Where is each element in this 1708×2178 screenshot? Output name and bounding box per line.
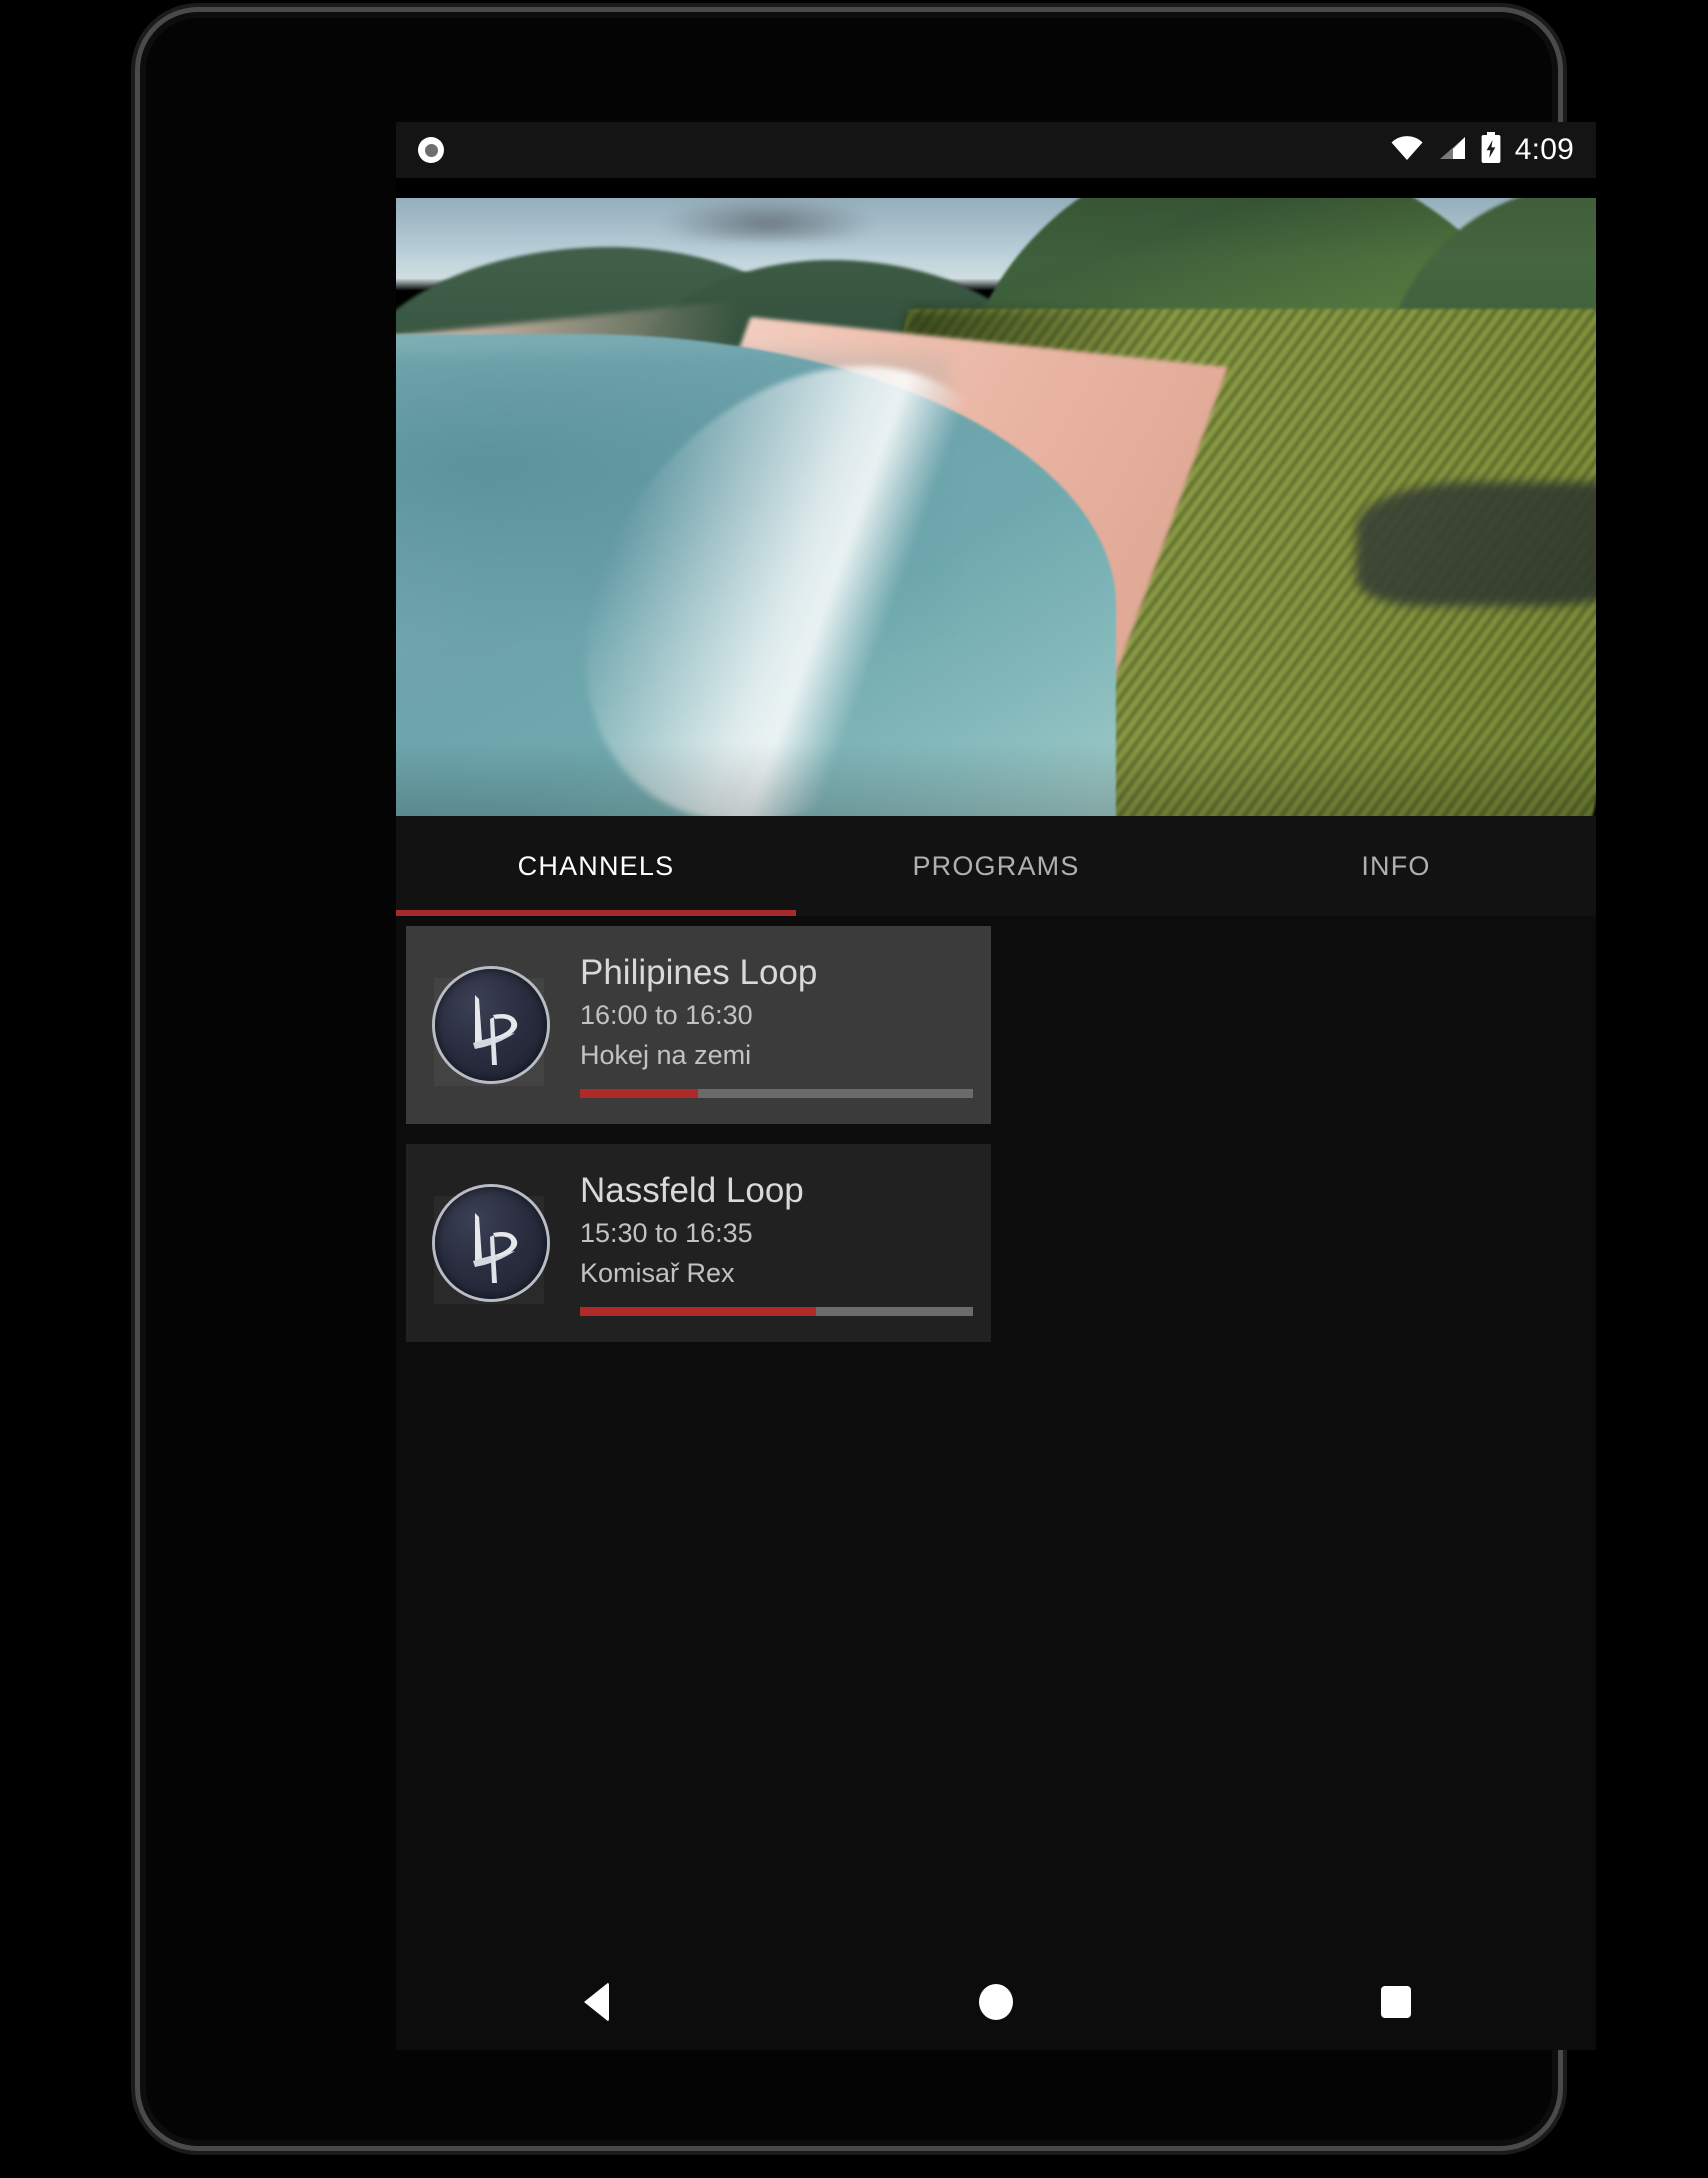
channel-card-philipines-loop[interactable]: Philipines Loop 16:00 to 16:30 Hokej na … (406, 926, 991, 1124)
channel-program-name: Hokej na zemi (580, 1039, 752, 1070)
recents-square-icon (1381, 1986, 1411, 2018)
nav-recents-button[interactable] (1196, 1954, 1596, 2050)
status-bar: 4:09 (396, 122, 1596, 178)
wifi-icon (1390, 135, 1424, 166)
device-screen: 4:09 CHANNELS PROGRAMS INFO Philipines L… (396, 122, 1596, 2050)
android-navigation-bar (396, 1954, 1596, 2050)
device-frame: 4:09 CHANNELS PROGRAMS INFO Philipines L… (140, 12, 1596, 2146)
video-player-surface[interactable] (396, 198, 1596, 816)
tab-info-label: INFO (1361, 850, 1431, 881)
channel-logo-wrap (416, 950, 566, 1100)
channel-program-name: Komisař Rex (580, 1257, 735, 1288)
channel-texts: Philipines Loop 16:00 to 16:30 Hokej na … (566, 952, 973, 1098)
channel-progress-fill (580, 1088, 698, 1098)
tab-channels-label: CHANNELS (517, 850, 675, 881)
beach-aerial-video (396, 198, 1596, 816)
video-vignette (396, 198, 1596, 816)
channel-logo-wrap (416, 1168, 566, 1318)
channel-progress-bar (580, 1306, 973, 1316)
channel-progress-bar (580, 1088, 973, 1098)
tab-programs-label: PROGRAMS (912, 850, 1080, 881)
tab-channels[interactable]: CHANNELS (396, 816, 796, 916)
channel-time-range: 16:00 to 16:30 (580, 1000, 753, 1031)
home-circle-icon (979, 1984, 1013, 2020)
channel-card-nassfeld-loop[interactable]: Nassfeld Loop 15:30 to 16:35 Komisař Rex (406, 1144, 991, 1342)
status-bar-right: 4:09 (1390, 131, 1574, 169)
cellular-signal-icon (1437, 135, 1467, 166)
cast-circle-icon (418, 137, 444, 163)
nav-home-button[interactable] (796, 1954, 1196, 2050)
tab-info[interactable]: INFO (1196, 816, 1596, 916)
tab-bar: CHANNELS PROGRAMS INFO (396, 816, 1596, 916)
back-triangle-icon (583, 1982, 609, 2022)
channel-texts: Nassfeld Loop 15:30 to 16:35 Komisař Rex (566, 1170, 973, 1316)
channel-progress-fill (580, 1306, 816, 1316)
channel-title: Philipines Loop (580, 953, 818, 993)
channel-time-range: 15:30 to 16:35 (580, 1218, 753, 1249)
channel-logo-lp-icon (435, 1187, 547, 1299)
nav-back-button[interactable] (396, 1954, 796, 2050)
tab-programs[interactable]: PROGRAMS (796, 816, 1196, 916)
channel-list: Philipines Loop 16:00 to 16:30 Hokej na … (396, 916, 1596, 2050)
status-bar-clock: 4:09 (1514, 133, 1574, 166)
channel-title: Nassfeld Loop (580, 1171, 804, 1211)
status-bar-left (418, 137, 444, 163)
channel-logo-lp-icon (435, 969, 547, 1081)
battery-charging-icon (1480, 131, 1502, 169)
